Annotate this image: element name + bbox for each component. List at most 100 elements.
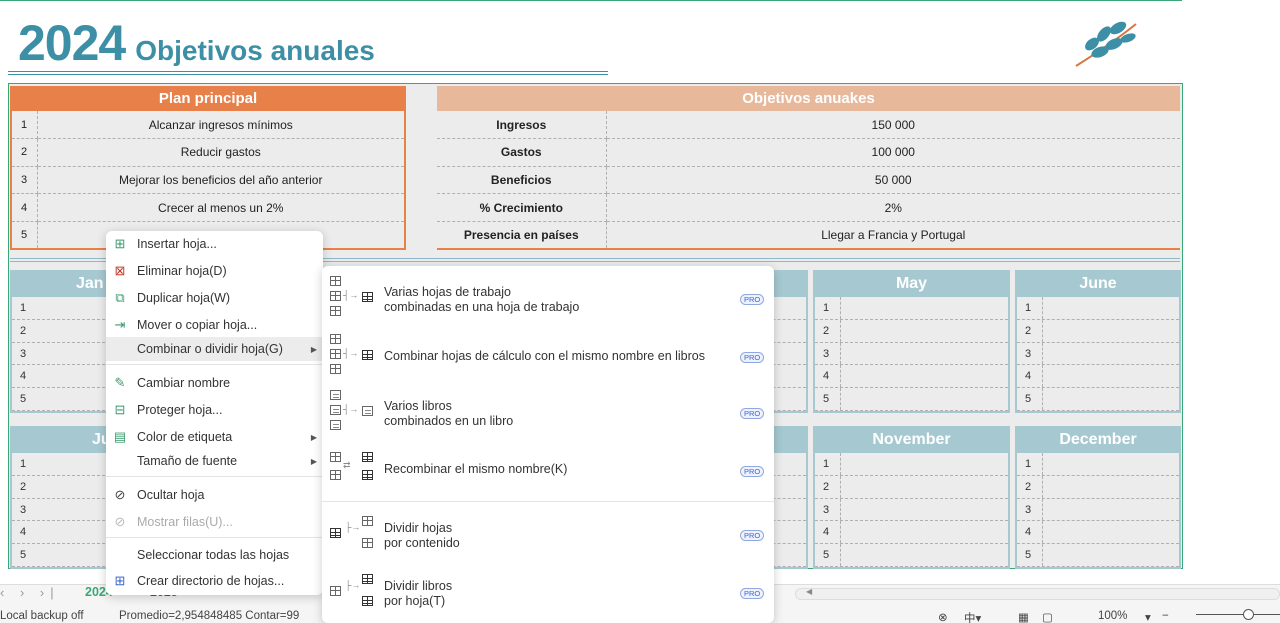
goal-key[interactable]: Ingresos (437, 111, 607, 140)
month-row[interactable]: 1 (1017, 297, 1179, 320)
row-number: 4 (1017, 365, 1043, 388)
table-row[interactable]: Presencia en países Llegar a Francia y Po… (437, 221, 1180, 250)
menu-item-protect-sheet[interactable]: ⊟ Proteger hoja... (106, 398, 323, 422)
month-row[interactable]: 2 (815, 319, 1008, 343)
month-row[interactable]: 1 (1017, 453, 1179, 476)
tab-navigation[interactable]: ‹ › ›| (0, 585, 60, 600)
month-row[interactable]: 3 (1017, 342, 1179, 366)
zoom-dropdown-icon[interactable]: ▾ (1145, 610, 1151, 623)
table-row[interactable]: 3 Mejorar los beneficios del año anterior (11, 166, 405, 195)
pro-badge: PRO (740, 294, 765, 305)
month-row[interactable]: 5 (815, 544, 1008, 567)
month-row[interactable]: 4 (815, 365, 1008, 389)
submenu-item-combine-same-name[interactable]: ┤→ Combinar hojas de cálculo con el mism… (322, 332, 774, 382)
submenu-item-text: Dividir libros por hoja(T) (384, 579, 452, 609)
row-number: 3 (1017, 498, 1043, 521)
submenu-line2: por contenido (384, 536, 460, 550)
plan-cell[interactable]: Crecer al menos un 2% (37, 193, 405, 222)
goal-value[interactable]: Llegar a Francia y Portugal (606, 221, 1180, 250)
submenu-line1: Recombinar el mismo nombre(K) (384, 462, 568, 476)
month-row[interactable]: 4 (1017, 521, 1179, 545)
goal-key[interactable]: % Crecimiento (437, 193, 607, 222)
month-row[interactable]: 1 (815, 297, 1008, 320)
submenu-item-split-sheets[interactable]: ├→ Dividir hojas por contenido PRO (322, 514, 774, 558)
menu-item-rename[interactable]: ✎ Cambiar nombre (106, 371, 323, 395)
month-row[interactable]: 2 (1017, 475, 1179, 499)
month-row[interactable]: 3 (1017, 498, 1179, 522)
goal-value[interactable]: 150 000 (606, 111, 1180, 140)
eye-protection-icon[interactable]: ⊗ (938, 610, 948, 623)
month-row[interactable]: 5 (1017, 544, 1179, 567)
rename-icon: ✎ (114, 375, 126, 390)
month-row[interactable]: 2 (1017, 319, 1179, 343)
row-number: 4 (815, 365, 841, 388)
submenu-item-split-workbooks[interactable]: ├→ Dividir libros por hoja(T) PRO (322, 572, 774, 616)
menu-item-duplicate-sheet[interactable]: ⧉ Duplicar hoja(W) (106, 286, 323, 310)
zoom-slider-handle[interactable] (1243, 609, 1254, 620)
zoom-level[interactable]: 100% (1098, 610, 1127, 622)
title-underline (8, 71, 608, 75)
table-row[interactable]: 4 Crecer al menos un 2% (11, 193, 405, 222)
table-row[interactable]: Ingresos 150 000 (437, 111, 1180, 140)
table-row[interactable]: 1 Alcanzar ingresos mínimos (11, 111, 405, 140)
plan-cell[interactable]: Mejorar los beneficios del año anterior (37, 166, 405, 195)
table-row[interactable]: Gastos 100 000 (437, 138, 1180, 167)
table-row[interactable]: % Crecimiento 2% (437, 193, 1180, 222)
menu-item-label: Insertar hoja... (137, 237, 217, 251)
menu-item-sheet-directory[interactable]: ⊞ Crear directorio de hojas... (106, 569, 323, 593)
menu-item-font-size[interactable]: Tamaño de fuente ▶ (106, 449, 323, 473)
row-number: 3 (12, 343, 110, 366)
menu-item-delete-sheet[interactable]: ⊠ Eliminar hoja(D) (106, 259, 323, 283)
menu-divider (106, 364, 323, 365)
month-header: June (1017, 270, 1179, 297)
horizontal-scrollbar[interactable] (795, 588, 1280, 600)
row-number: 3 (11, 166, 38, 195)
goal-value[interactable]: 2% (606, 193, 1180, 222)
month-header: May (815, 270, 1008, 297)
menu-item-insert-sheet[interactable]: ⊞ Insertar hoja... (106, 232, 323, 256)
month-row[interactable]: 3 (815, 342, 1008, 366)
submenu-item-recombine[interactable]: ⇄ Recombinar el mismo nombre(K) PRO (322, 448, 774, 492)
plan-cell[interactable]: Reducir gastos (37, 138, 405, 167)
zoom-slider[interactable] (1196, 614, 1280, 615)
page-view-icon[interactable]: ▢ (1042, 610, 1053, 623)
input-method-icon[interactable]: 中▾ (964, 610, 981, 623)
scroll-left-icon[interactable]: ◀ (806, 587, 812, 596)
menu-item-label: Tamaño de fuente (137, 454, 238, 468)
row-number: 2 (12, 476, 110, 499)
merge-workbooks-icon: ┤→ (329, 388, 379, 438)
title-subtitle: Objetivos anuales (135, 35, 375, 66)
menu-item-hide-sheet[interactable]: ⊘ Ocultar hoja (106, 483, 323, 507)
menu-item-select-all-sheets[interactable]: Seleccionar todas las hojas (106, 543, 323, 567)
menu-item-move-copy[interactable]: ⇥ Mover o copiar hoja... (106, 313, 323, 337)
table-row[interactable]: 2 Reducir gastos (11, 138, 405, 167)
submenu-item-text: Recombinar el mismo nombre(K) (384, 462, 567, 477)
month-row[interactable]: 1 (815, 453, 1008, 476)
normal-view-icon[interactable]: ▦ (1018, 610, 1029, 623)
pro-badge: PRO (740, 530, 765, 541)
month-row[interactable]: 5 (1017, 388, 1179, 411)
submenu-arrow-icon: ▶ (310, 432, 317, 442)
month-row[interactable]: 3 (815, 498, 1008, 522)
goal-key[interactable]: Gastos (437, 138, 607, 167)
zoom-out-icon[interactable]: − (1162, 610, 1169, 622)
submenu-item-merge-workbooks[interactable]: ┤→ Varios libros combinados en un libro P… (322, 388, 774, 438)
selection-stats: Promedio=2,954848485 Contar=99 (119, 610, 300, 622)
goal-key[interactable]: Presencia en países (437, 221, 607, 250)
table-row[interactable]: Beneficios 50 000 (437, 166, 1180, 195)
month-june: June 1 2 3 4 5 (1015, 270, 1181, 413)
submenu-arrow-icon: ▶ (310, 456, 317, 466)
month-row[interactable]: 4 (815, 521, 1008, 545)
goal-key[interactable]: Beneficios (437, 166, 607, 195)
month-row[interactable]: 4 (1017, 365, 1179, 389)
menu-item-combine-split[interactable]: Combinar o dividir hoja(G) ▶ (106, 337, 323, 361)
goal-value[interactable]: 50 000 (606, 166, 1180, 195)
plan-cell[interactable]: Alcanzar ingresos mínimos (37, 111, 405, 140)
month-row[interactable]: 2 (815, 475, 1008, 499)
submenu-item-merge-worksheets[interactable]: ┤→ Varias hojas de trabajo combinadas en … (322, 274, 774, 324)
menu-item-tab-color[interactable]: ▤ Color de etiqueta ▶ (106, 425, 323, 449)
goal-value[interactable]: 100 000 (606, 138, 1180, 167)
month-row[interactable]: 5 (815, 388, 1008, 411)
leaf-logo-icon (1075, 21, 1137, 67)
backup-status[interactable]: Local backup off (0, 610, 84, 622)
